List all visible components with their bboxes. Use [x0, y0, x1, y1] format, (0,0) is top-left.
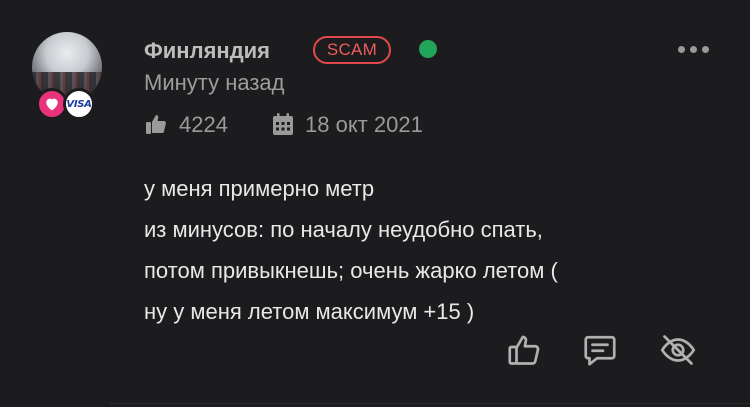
visa-label: VISA: [66, 98, 92, 110]
hide-eye-icon: [660, 335, 696, 365]
calendar-icon: [273, 113, 293, 135]
comment-body: у меня примерно метр из минусов: по нача…: [144, 168, 724, 332]
username[interactable]: Финляндия: [144, 38, 270, 64]
comment-icon: [584, 335, 616, 366]
comment-line: из минусов: по началу неудобно спать,: [144, 217, 543, 242]
timestamp: Минуту назад: [144, 70, 285, 95]
comment-stats: 4224 18 окт 2021: [144, 110, 484, 140]
thumbs-up-icon: [508, 335, 540, 365]
scam-tag: SCAM: [313, 36, 391, 64]
comment-date: 18 окт 2021: [305, 112, 423, 137]
heart-icon: [46, 98, 58, 111]
more-dots-icon: [678, 46, 685, 53]
online-status-dot: [419, 40, 437, 58]
likes-count: 4224: [179, 112, 228, 137]
divider: [110, 403, 750, 404]
comment-line: ну у меня летом максимум +15 ): [144, 299, 475, 324]
visa-badge: VISA: [63, 88, 95, 120]
comment-line: у меня примерно метр: [144, 176, 375, 201]
thumbs-up-icon: [146, 115, 166, 134]
comment-line: потом привыкнешь; очень жарко летом (: [144, 258, 558, 283]
reply-button[interactable]: [578, 330, 622, 370]
more-options-button[interactable]: [678, 46, 709, 53]
like-button[interactable]: [502, 330, 546, 370]
hide-button[interactable]: [656, 330, 700, 370]
